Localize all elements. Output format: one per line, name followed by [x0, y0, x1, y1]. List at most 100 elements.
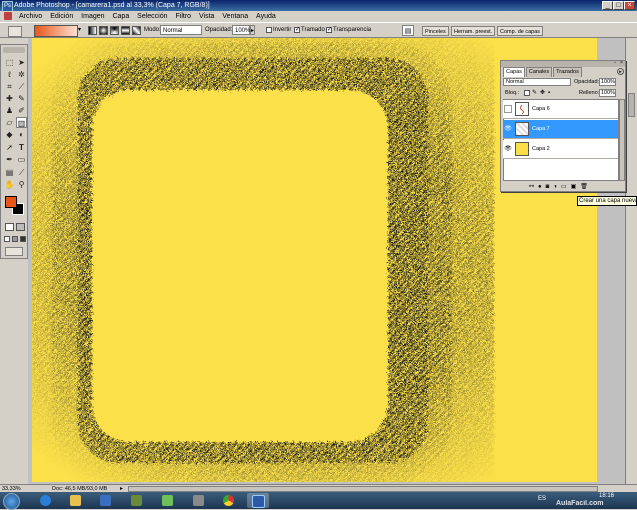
lock-paint-icon[interactable]: ✎ [532, 89, 537, 97]
palette-menu-icon[interactable]: ▸ [617, 68, 624, 75]
new-layer-icon[interactable]: ▣ [571, 184, 581, 190]
taskbar-ie[interactable] [35, 493, 57, 508]
close-button[interactable]: × [624, 1, 635, 10]
palette-grip[interactable] [3, 47, 25, 53]
pen-tool-icon[interactable]: ✒ [4, 154, 15, 165]
type-tool-icon[interactable]: T [16, 142, 27, 153]
gradient-tool-preset-icon[interactable] [8, 26, 22, 37]
transparency-checkbox[interactable]: ✓ [326, 27, 332, 33]
document-icon[interactable] [4, 12, 12, 21]
angle-gradient-icon[interactable] [110, 26, 119, 35]
crop-tool-icon[interactable]: ⌗ [4, 81, 15, 92]
blend-mode-select[interactable]: Normal [503, 78, 571, 86]
new-group-icon[interactable]: ▭ [561, 184, 571, 190]
history-brush-tool-icon[interactable]: ✐ [16, 105, 27, 116]
radial-gradient-icon[interactable] [99, 26, 108, 35]
eraser-tool-icon[interactable]: ▱ [4, 117, 15, 128]
fill-input[interactable]: 100% [599, 89, 616, 97]
language-indicator[interactable]: ES [538, 496, 546, 502]
brush-tool-icon[interactable]: ✎ [16, 93, 27, 104]
dither-checkbox[interactable]: ✓ [294, 27, 300, 33]
taskbar-app5[interactable] [157, 493, 179, 508]
tab-herram-preest[interactable]: Herram. preest. [451, 26, 496, 36]
linear-gradient-icon[interactable] [88, 26, 97, 35]
notes-tool-icon[interactable]: ▤ [4, 167, 15, 178]
lock-transparency-icon[interactable] [524, 90, 530, 96]
clone-stamp-tool-icon[interactable]: ♟ [4, 105, 15, 116]
quick-mask-icon[interactable] [16, 223, 25, 231]
marquee-tool-icon[interactable]: ⬚ [4, 57, 15, 68]
taskbar-photoshop[interactable] [247, 493, 269, 508]
standard-mode-icon[interactable] [5, 223, 14, 231]
healing-brush-tool-icon[interactable]: ✚ [4, 93, 15, 104]
menu-ayuda[interactable]: Ayuda [253, 11, 279, 22]
menu-ventana[interactable]: Ventana [219, 11, 251, 22]
eyedropper-tool-icon[interactable]: ⟋ [16, 167, 27, 178]
blur-tool-icon[interactable]: ◆ [4, 129, 15, 140]
menu-archivo[interactable]: Archivo [16, 11, 45, 22]
taskbar-explorer[interactable] [65, 493, 87, 508]
scrollbar-thumb[interactable] [628, 93, 635, 117]
maximize-button[interactable]: □ [613, 1, 624, 10]
dodge-tool-icon[interactable]: ◐ [16, 129, 27, 140]
palette-minimize-icon[interactable]: ▫ [614, 61, 619, 66]
layer-row-capa-7[interactable]: 👁 Capa 7 [503, 120, 618, 139]
screen-mode-full-icon[interactable] [20, 236, 26, 242]
layer-opacity-input[interactable]: 100% [599, 78, 616, 86]
taskbar-app4[interactable] [126, 493, 148, 508]
menu-seleccion[interactable]: Selección [134, 11, 170, 22]
mode-select[interactable]: Normal [160, 25, 202, 35]
palette-close-icon[interactable]: × [620, 61, 625, 66]
opacity-slider-icon[interactable]: ▸ [250, 25, 255, 35]
vertical-scrollbar[interactable] [625, 38, 637, 484]
shape-tool-icon[interactable]: ▭ [16, 154, 27, 165]
menu-imagen[interactable]: Imagen [78, 11, 107, 22]
taskbar-app6[interactable] [188, 493, 210, 508]
menu-capa[interactable]: Capa [109, 11, 132, 22]
eye-icon[interactable]: 👁 [504, 145, 512, 153]
menu-vista[interactable]: Vista [196, 11, 217, 22]
lock-move-icon[interactable]: ✥ [540, 89, 545, 97]
path-selection-tool-icon[interactable]: ➚ [4, 142, 15, 153]
foreground-color-swatch[interactable] [5, 196, 17, 208]
layers-scrollbar[interactable] [619, 99, 625, 181]
gradient-tool-icon[interactable]: ▥ [16, 117, 27, 128]
tab-pinceles[interactable]: Pinceles [422, 26, 449, 36]
taskbar-chrome[interactable] [218, 493, 240, 508]
tab-trazados[interactable]: Trazados [553, 67, 582, 77]
tab-canales[interactable]: Canales [525, 67, 553, 77]
minimize-button[interactable]: _ [602, 1, 613, 10]
reflected-gradient-icon[interactable] [121, 26, 130, 35]
start-button[interactable] [3, 493, 20, 510]
menu-filtro[interactable]: Filtro [172, 11, 194, 22]
screen-mode-full-menu-icon[interactable] [12, 236, 18, 242]
adjustment-layer-icon[interactable]: ◑ [553, 184, 561, 190]
clock[interactable]: 18:16 [599, 493, 614, 499]
opacity-input[interactable]: 100% [232, 25, 250, 35]
taskbar-media[interactable] [95, 493, 117, 508]
jump-to-imageready-icon[interactable] [5, 247, 23, 256]
gradient-picker[interactable] [34, 25, 78, 37]
trash-icon[interactable]: 🗑 [580, 184, 592, 190]
zoom-tool-icon[interactable]: ⚲ [16, 179, 27, 190]
lasso-tool-icon[interactable]: ℓ [4, 69, 15, 80]
lock-all-icon[interactable]: ▪ [548, 89, 550, 97]
invert-checkbox[interactable] [266, 27, 272, 33]
layer-row-capa-6[interactable]: Capa 6 [503, 100, 618, 119]
move-tool-icon[interactable]: ➤ [16, 57, 27, 68]
slice-tool-icon[interactable]: ⟋ [16, 81, 27, 92]
link-layers-icon[interactable]: ⚯ [529, 184, 538, 190]
layer-style-icon[interactable]: ● [538, 184, 546, 190]
tab-capas[interactable]: Capas [503, 67, 525, 77]
layer-row-capa-2[interactable]: 👁 Capa 2 [503, 140, 618, 159]
magic-wand-tool-icon[interactable]: ✲ [16, 69, 27, 80]
chevron-down-icon[interactable]: ▾ [78, 26, 84, 34]
menu-edicion[interactable]: Edición [47, 11, 76, 22]
file-browser-icon[interactable]: ▤ [402, 25, 414, 36]
visibility-toggle[interactable] [504, 105, 512, 113]
screen-mode-standard-icon[interactable] [4, 236, 10, 242]
eye-icon[interactable]: 👁 [504, 125, 512, 133]
diamond-gradient-icon[interactable] [132, 26, 141, 35]
tab-comp-capas[interactable]: Comp. de capas [497, 26, 544, 36]
hand-tool-icon[interactable]: ✋ [4, 179, 15, 190]
